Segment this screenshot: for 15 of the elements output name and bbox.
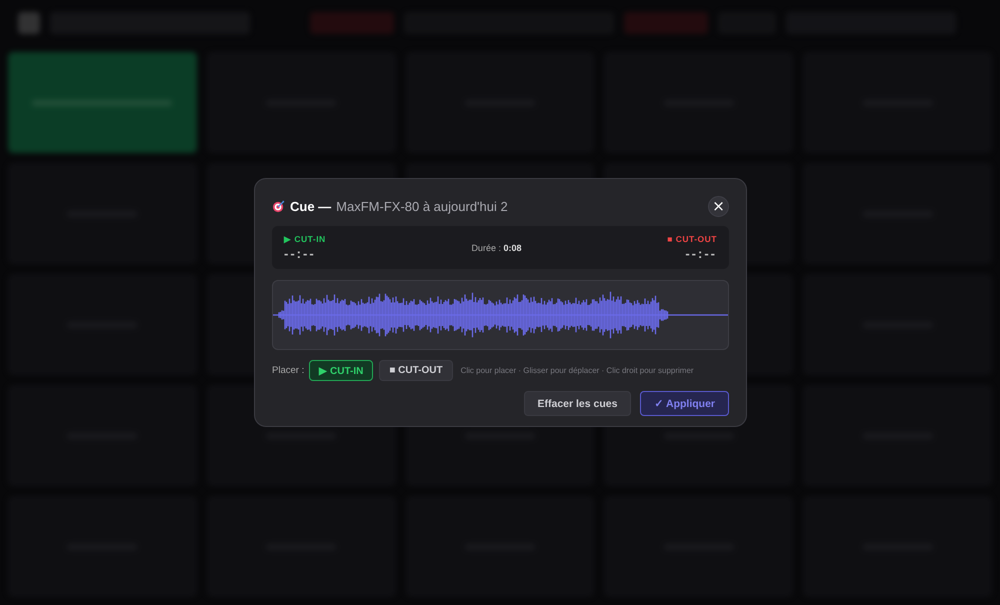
dialog-title: Cue — — [290, 198, 332, 214]
cut-out-button[interactable]: ■ CUT-OUT — [379, 360, 453, 381]
cut-in-label: ▶ CUT-IN — [284, 234, 326, 244]
cut-in-button[interactable]: ▶ CUT-IN — [309, 360, 374, 381]
cut-out-time: --:-- — [685, 246, 717, 261]
cut-in-time: --:-- — [284, 246, 317, 261]
duration-text: Durée : 0:08 — [471, 242, 522, 252]
clear-cues-button[interactable]: Effacer les cues — [524, 391, 632, 416]
place-label: Placer : — [272, 365, 304, 376]
close-button[interactable]: × — [708, 196, 729, 216]
cut-out-label: ■ CUT-OUT — [667, 234, 717, 244]
hint-text: Clic pour placer · Glisser pour déplacer · Clic droit pour supprimer — [460, 366, 694, 375]
apply-button[interactable]: ✓ Appliquer — [640, 391, 729, 416]
track-name: MaxFM-FX-80 à aujourd'hui 2 — [336, 198, 508, 214]
target-icon — [272, 200, 285, 212]
